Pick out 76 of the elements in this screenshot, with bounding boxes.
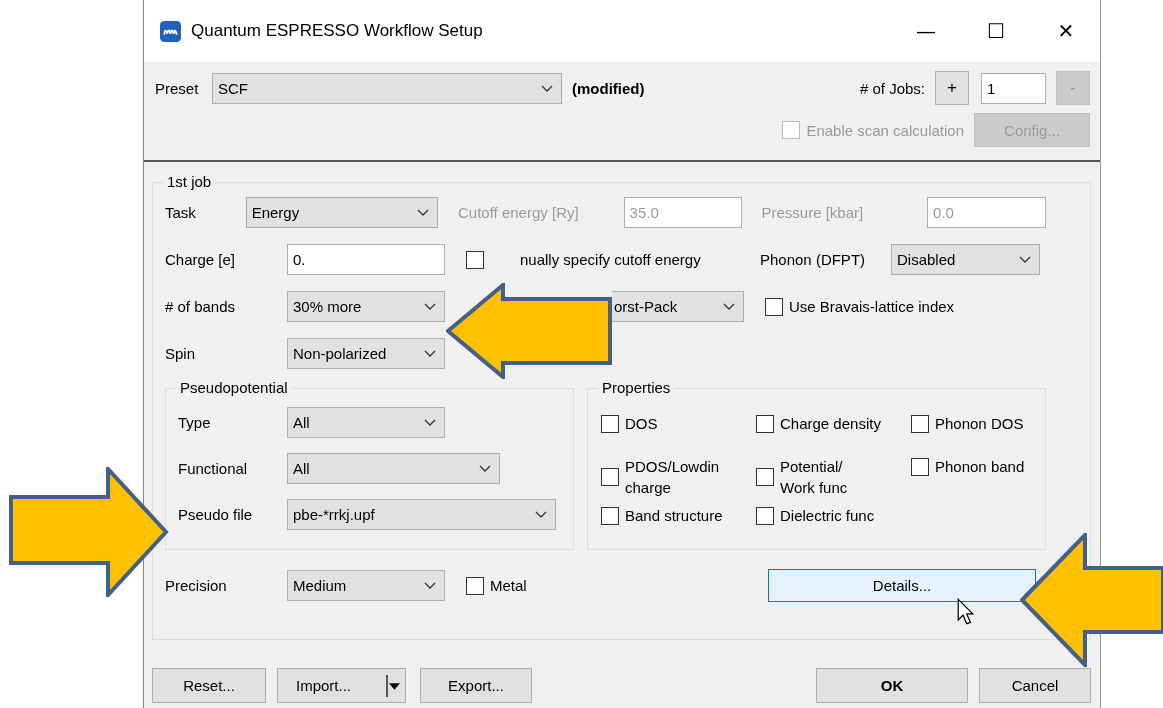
mouse-pointer-icon [957,598,974,625]
pseudo-option-label: Functional [178,460,249,477]
precision-dropdown[interactable]: Medium [287,570,445,601]
property-label: Phonon band [935,457,1025,477]
manual-cutoff-label: nually specify cutoff energy [520,251,702,268]
dropdown-triangle-icon[interactable] [389,682,400,690]
bands-dropdown[interactable]: 30% more [287,291,445,322]
ok-button[interactable]: OK [816,667,968,703]
jobs-label: # of Jobs: [859,79,925,97]
app-icon [160,20,181,42]
property-label: Charge density [780,414,881,434]
chevron-down-icon [723,303,735,311]
minimize-button[interactable]: — [890,11,962,51]
cancel-button[interactable]: Cancel [979,667,1091,703]
scan-label: Enable scan calculation [806,121,964,139]
jobs-field[interactable]: 1 [981,72,1046,104]
manual-cutoff-checkbox[interactable] [466,250,484,269]
property-label: Band structure [625,506,723,526]
chevron-down-icon [424,582,436,590]
property-checkbox[interactable] [911,414,929,433]
property-checkbox[interactable] [756,506,774,525]
precision-label: Precision [165,577,228,594]
spin-label: Spin [165,345,197,362]
chevron-down-icon [535,511,547,519]
window-title: Quantum ESPRESSO Workflow Setup [191,21,483,41]
property-label: Potential/ Work func [780,457,848,498]
property-checkbox[interactable] [601,468,619,486]
property-label: Dielectric func [780,506,875,526]
phonon-label: Phonon (DFPT) [760,251,867,268]
chevron-down-icon [1019,256,1031,264]
chevron-down-icon [479,465,491,473]
property-checkbox[interactable] [756,468,774,486]
pressure-label: Pressure [kbar] [761,204,865,221]
task-label: Task [165,204,197,221]
property-label: Phonon DOS [935,414,1024,434]
charge-label: Charge [e] [165,251,237,268]
modified-status: (modified) [572,79,645,97]
reset-button[interactable]: Reset... [152,667,266,703]
group-title: Pseudopotential [176,379,292,397]
task-dropdown[interactable]: Energy [245,197,438,228]
pseudo-option-label: Pseudo file [178,506,254,523]
property-label: DOS [625,414,658,434]
charge-field[interactable]: 0. [287,244,445,275]
preset-dropdown[interactable]: SCF [212,72,562,104]
pseudo-option-dropdown[interactable]: pbe-*rrkj.upf [287,499,556,530]
spin-dropdown[interactable]: Non-polarized [287,338,445,369]
pseudo-option-dropdown[interactable]: All [287,453,500,484]
details-button[interactable]: Details... [768,569,1036,602]
group-title: 1st job [163,173,216,191]
chevron-down-icon [541,84,553,93]
preset-label: Preset [155,79,200,97]
chevron-down-icon [424,350,436,358]
bravais-label: Use Bravais-lattice index [789,298,955,315]
group-title: Properties [598,379,675,397]
pseudo-option-dropdown[interactable]: All [287,407,445,438]
import-button[interactable]: Import... [277,667,406,703]
bands-label: # of bands [165,298,237,315]
export-button[interactable]: Export... [420,667,532,703]
property-checkbox[interactable] [601,414,619,433]
phonon-dropdown[interactable]: Disabled [891,244,1040,275]
metal-label: Metal [490,577,527,594]
metal-checkbox[interactable] [466,576,484,595]
property-checkbox[interactable] [756,414,774,433]
kpoints-dropdown[interactable]: orst-Pack [612,291,744,322]
add-job-button[interactable]: + [935,71,969,105]
maximize-button[interactable]: ☐ [960,11,1032,51]
pseudo-option-label: Type [178,414,212,431]
property-checkbox[interactable] [911,457,929,476]
chevron-down-icon [424,419,436,427]
close-button[interactable]: ✕ [1030,11,1102,51]
cutoff-label: Cutoff energy [Ry] [458,204,580,221]
chevron-down-icon [417,209,429,217]
chevron-down-icon [424,303,436,311]
bravais-checkbox[interactable] [765,297,783,316]
property-label: PDOS/Lowdin charge [625,457,720,498]
property-checkbox[interactable] [601,506,619,525]
